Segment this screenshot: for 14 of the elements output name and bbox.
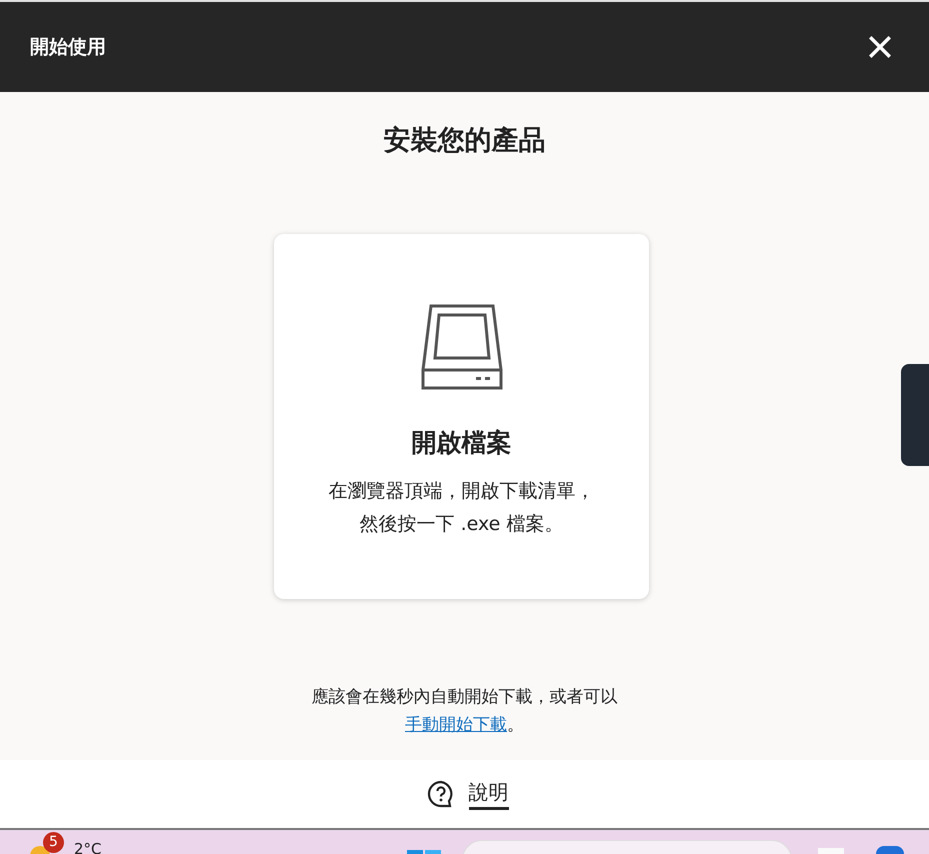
close-icon[interactable] [867,34,893,60]
section-heading: 安裝您的產品 [384,124,546,158]
help-icon[interactable] [426,780,454,808]
dialog-title: 開始使用 [30,35,106,60]
drive-icon [418,304,504,390]
notification-badge: 5 [43,832,64,853]
instruction-text: 在瀏覽器頂端，開啟下載清單， [328,479,594,504]
temperature[interactable]: 2°C [74,840,102,854]
download-note: 應該會在幾秒內自動開始下載，或者可以 [312,686,618,709]
help-link[interactable]: 說明 [468,778,508,810]
card-title: 開啟檔案 [412,427,512,459]
punctuation: 。 [507,715,524,735]
instruction-text: 然後按一下 .exe 檔案。 [360,512,564,537]
manual-download-link[interactable]: 手動開始下載 [405,715,507,735]
